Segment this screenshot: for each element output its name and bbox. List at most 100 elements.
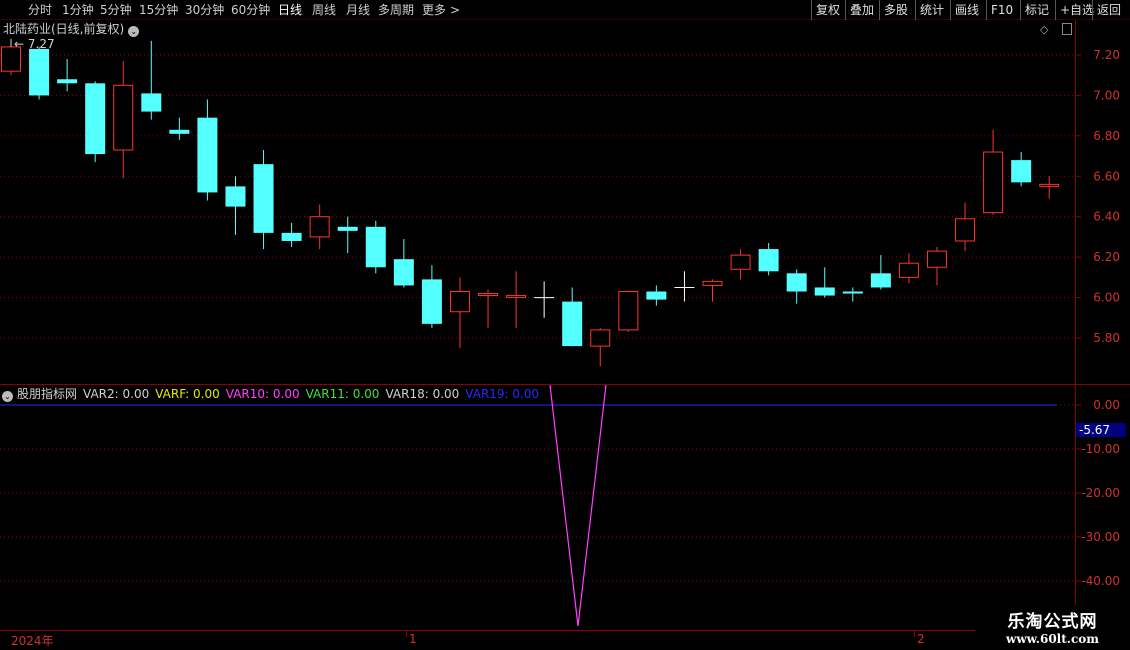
watermark-url: www.60lt.com: [1006, 632, 1099, 646]
candle-34: [955, 202, 976, 252]
candle-body: [506, 295, 527, 299]
candle-body: [478, 293, 499, 297]
candle-32: [898, 253, 919, 284]
candle-15: [421, 265, 442, 328]
indicator-axis-background: [1075, 385, 1130, 630]
date-label-year: 2024年: [11, 634, 54, 648]
candle-29: [814, 267, 835, 298]
high-price-label: ← 7.27: [14, 37, 55, 51]
candle-5: [141, 40, 162, 120]
candle-body: [365, 226, 386, 268]
candle-16: [449, 277, 470, 349]
candle-20: [562, 287, 583, 347]
candle-body: [1039, 183, 1060, 187]
candle-26: [730, 249, 751, 280]
candle-body: [197, 117, 218, 193]
candle-body: [85, 83, 106, 155]
candle-4: [113, 61, 134, 179]
candle-body: [393, 259, 414, 286]
candle-body: [898, 262, 919, 278]
date-label-month1: 1: [409, 632, 417, 646]
candle-2: [57, 59, 78, 92]
candle-18: [506, 271, 527, 328]
candle-body: [730, 254, 751, 270]
candle-3: [85, 81, 106, 163]
candle-24: [674, 271, 695, 302]
candle-body: [870, 273, 891, 288]
candle-body: [786, 273, 807, 292]
candle-19: [534, 281, 555, 318]
date-tick: [406, 631, 407, 637]
candle-body: [618, 291, 639, 331]
price-tick-label: 6.40: [1093, 210, 1120, 224]
price-tick-label: 6.60: [1093, 169, 1120, 183]
candle-11: [309, 204, 330, 250]
date-tick: [914, 631, 915, 637]
candle-body: [281, 232, 302, 241]
candle-body: [702, 280, 723, 286]
candle-body: [29, 48, 50, 96]
indicator-tick-label: -30.00: [1081, 530, 1120, 544]
candle-body: [337, 226, 358, 231]
current-value-label: -5.67: [1079, 423, 1110, 437]
candle-body: [758, 249, 779, 272]
candle-body: [562, 301, 583, 347]
indicator-tick-label: -40.00: [1081, 574, 1120, 588]
candle-17: [478, 289, 499, 328]
indicator-chart: 0.00 -10.00 -20.00 -30.00 -40.00 -5.67: [0, 385, 1130, 630]
candle-body: [955, 218, 976, 242]
candle-body: [225, 186, 246, 207]
candle-body: [983, 151, 1004, 214]
price-tick-label: 7.20: [1093, 48, 1120, 62]
price-tick-label: 7.00: [1093, 88, 1120, 102]
indicator-tick-label: -20.00: [1081, 486, 1120, 500]
candle-14: [393, 238, 414, 288]
candle-body: [253, 164, 274, 233]
candle-8: [225, 176, 246, 235]
candle-body: [421, 279, 442, 324]
candle-body: [814, 287, 835, 296]
candle-22: [618, 291, 639, 332]
candle-33: [926, 247, 947, 286]
price-chart: 7.207.006.806.606.406.206.005.80← 7.27← …: [0, 20, 1130, 385]
candle-31: [870, 255, 891, 290]
price-tick-label: 6.80: [1093, 129, 1120, 143]
candle-1: [29, 46, 50, 100]
candle-13: [365, 220, 386, 274]
candle-body: [590, 329, 611, 347]
candle-6: [169, 117, 190, 140]
date-axis: 2024年 1 2: [0, 630, 1075, 650]
candle-28: [786, 269, 807, 304]
candle-10: [281, 222, 302, 248]
watermark: 乐淘公式网 www.60lt.com: [975, 605, 1130, 650]
candle-body: [646, 291, 667, 300]
candle-23: [646, 285, 667, 306]
candle-body: [309, 216, 330, 238]
candle-35: [983, 129, 1004, 215]
watermark-title: 乐淘公式网: [1007, 612, 1098, 632]
indicator-tick-label: 0.00: [1093, 398, 1120, 412]
candle-9: [253, 150, 274, 250]
candle-body: [57, 79, 78, 84]
candle-21: [590, 327, 611, 367]
series-var10-line: [549, 385, 607, 627]
price-tick-label: 6.00: [1093, 291, 1120, 305]
candle-body: [113, 84, 134, 151]
candle-36: [1011, 152, 1032, 187]
candle-37: [1039, 176, 1060, 199]
date-label-month2: 2: [917, 632, 925, 646]
candle-body: [449, 291, 470, 313]
candle-body: [169, 129, 190, 134]
candle-25: [702, 279, 723, 302]
indicator-tick-label: -10.00: [1081, 442, 1120, 456]
candle-body: [1011, 160, 1032, 183]
price-tick-label: 6.20: [1093, 250, 1120, 264]
candle-7: [197, 99, 218, 201]
candle-30: [842, 287, 863, 302]
candle-12: [337, 216, 358, 254]
price-tick-label: 5.80: [1093, 331, 1120, 345]
candle-body: [926, 250, 947, 268]
candle-27: [758, 242, 779, 276]
candle-body: [141, 93, 162, 112]
candle-body: [842, 291, 863, 294]
